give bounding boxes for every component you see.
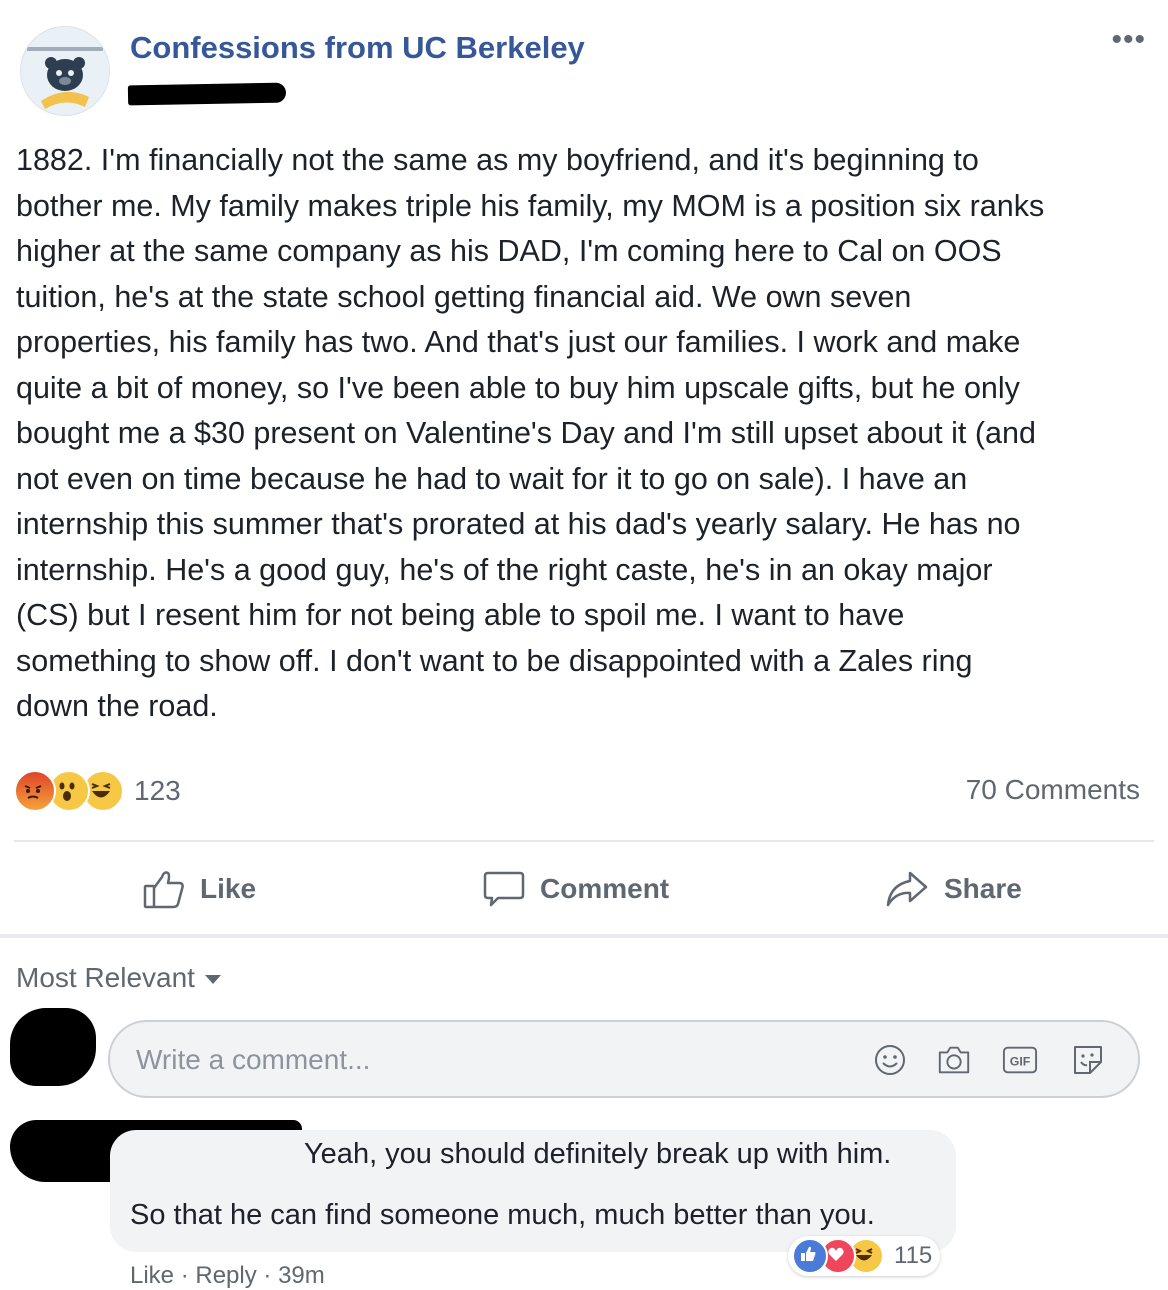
reaction-count: 123 bbox=[134, 775, 181, 806]
comment-sort-dropdown[interactable]: Most Relevant bbox=[16, 962, 221, 994]
like-icon bbox=[792, 1238, 828, 1274]
separator-dot: · bbox=[263, 1262, 279, 1289]
gif-label: GIF bbox=[1010, 1055, 1031, 1069]
comment-timestamp[interactable]: 39m bbox=[278, 1262, 325, 1289]
redacted-post-meta bbox=[127, 82, 287, 106]
more-options-icon[interactable]: ••• bbox=[1111, 25, 1146, 55]
post-reactions[interactable]: 123 bbox=[14, 770, 181, 812]
comment-meta: Like · Reply · 39m bbox=[130, 1262, 325, 1290]
comment-label: Comment bbox=[540, 873, 670, 904]
facebook-post: Confessions from UC Berkeley ••• 1882. I… bbox=[0, 0, 1168, 1289]
current-user-avatar bbox=[10, 1008, 96, 1086]
bear-logo-icon bbox=[27, 47, 103, 109]
speech-bubble-icon bbox=[483, 871, 525, 907]
gif-icon[interactable]: GIF bbox=[1002, 1042, 1038, 1078]
share-label: Share bbox=[944, 873, 1022, 904]
comment-input[interactable] bbox=[136, 1042, 836, 1078]
like-button[interactable]: Like bbox=[142, 864, 256, 914]
comment-text-line-2: So that he can find someone much, much b… bbox=[130, 1199, 875, 1231]
share-button[interactable]: Share bbox=[884, 864, 1022, 914]
section-divider bbox=[0, 934, 1168, 938]
comment-reply-link[interactable]: Reply bbox=[195, 1262, 256, 1289]
post-text: 1882. I'm financially not the same as my… bbox=[16, 143, 1045, 723]
sticker-icon[interactable] bbox=[1070, 1042, 1106, 1078]
angry-icon bbox=[14, 770, 56, 812]
chevron-down-icon bbox=[204, 975, 221, 985]
page-name-link[interactable]: Confessions from UC Berkeley bbox=[130, 30, 585, 66]
like-label: Like bbox=[200, 873, 257, 904]
comment-composer[interactable]: GIF bbox=[108, 1020, 1140, 1098]
page-avatar[interactable] bbox=[20, 26, 110, 116]
divider bbox=[14, 840, 1154, 842]
comment-button[interactable]: Comment bbox=[482, 864, 669, 914]
comment-text-line-1: Yeah, you should definitely break up wit… bbox=[304, 1138, 892, 1170]
thumbs-up-icon bbox=[143, 871, 184, 909]
camera-icon[interactable] bbox=[936, 1042, 972, 1078]
comment-reaction-count: 115 bbox=[894, 1242, 933, 1269]
emoji-icon[interactable] bbox=[872, 1042, 908, 1078]
share-arrow-icon bbox=[886, 871, 928, 907]
comment-count-link[interactable]: 70 Comments bbox=[966, 774, 1140, 806]
sort-label: Most Relevant bbox=[16, 962, 195, 993]
comment-reactions[interactable]: 115 bbox=[788, 1236, 941, 1276]
separator-dot: · bbox=[180, 1262, 196, 1289]
comment-like-link[interactable]: Like bbox=[130, 1262, 174, 1289]
